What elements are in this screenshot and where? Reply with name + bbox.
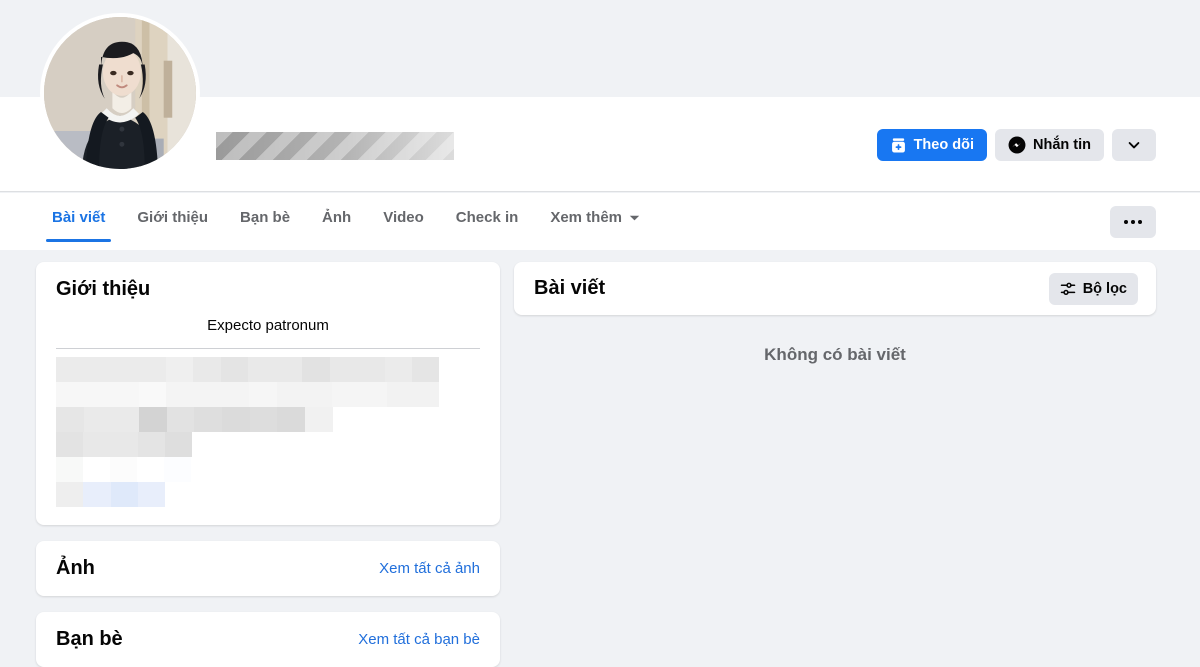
redacted-block <box>166 357 193 382</box>
tab-about-label: Giới thiệu <box>137 209 209 226</box>
tab-see-more[interactable]: Xem thêm <box>534 193 656 242</box>
friends-card-title: Bạn bè <box>56 628 123 650</box>
photos-card: Ảnh Xem tất cả ảnh <box>36 541 500 596</box>
redacted-block <box>83 482 111 507</box>
redacted-block <box>194 407 222 432</box>
ellipsis-icon <box>1131 220 1135 224</box>
redacted-block <box>193 357 221 382</box>
avatar[interactable] <box>40 13 200 173</box>
intro-redacted-content <box>56 357 480 507</box>
redacted-block <box>277 407 305 432</box>
profile-nav-bar: Bài viết Giới thiệu Bạn bè Ảnh Video Che… <box>0 193 1200 250</box>
nav-more-options-button[interactable] <box>1110 206 1156 238</box>
redacted-block <box>387 382 439 407</box>
redacted-block <box>277 382 332 407</box>
redacted-block <box>385 357 412 382</box>
redacted-block <box>56 382 139 407</box>
redacted-row <box>56 432 480 457</box>
left-column: Giới thiệu Expecto patronum Ảnh Xem tất … <box>36 262 500 667</box>
message-button[interactable]: Nhắn tin <box>995 129 1104 161</box>
tab-videos-label: Video <box>383 209 424 226</box>
tab-about[interactable]: Giới thiệu <box>121 193 224 242</box>
tab-posts-label: Bài viết <box>52 209 106 226</box>
redacted-block <box>56 407 84 432</box>
redacted-block <box>302 357 330 382</box>
redacted-row <box>56 457 480 482</box>
redacted-block <box>250 407 277 432</box>
redacted-block <box>137 457 164 482</box>
redacted-block <box>138 482 165 507</box>
redacted-block <box>111 482 138 507</box>
redacted-block <box>56 482 83 507</box>
profile-more-dropdown-button[interactable] <box>1112 129 1156 161</box>
follow-plus-icon <box>891 137 905 152</box>
profile-action-buttons: Theo dõi Nhắn tin <box>876 129 1156 161</box>
sliders-icon <box>1060 282 1075 295</box>
redacted-row <box>56 482 480 507</box>
chevron-down-icon <box>629 209 640 226</box>
redacted-block <box>139 407 167 432</box>
friends-card: Bạn bè Xem tất cả bạn bè <box>36 612 500 667</box>
posts-filter-label: Bộ lọc <box>1082 280 1127 297</box>
redacted-block <box>249 382 277 407</box>
profile-content: Giới thiệu Expecto patronum Ảnh Xem tất … <box>0 250 1200 667</box>
redacted-block <box>412 357 439 382</box>
tab-videos[interactable]: Video <box>367 193 440 242</box>
redacted-row <box>56 357 480 382</box>
tab-photos[interactable]: Ảnh <box>306 193 367 242</box>
tab-photos-label: Ảnh <box>322 209 352 226</box>
profile-tabs: Bài viết Giới thiệu Bạn bè Ảnh Video Che… <box>36 193 656 250</box>
redacted-block <box>167 407 194 432</box>
tab-friends[interactable]: Bạn bè <box>224 193 306 242</box>
see-all-photos-link[interactable]: Xem tất cả ảnh <box>379 560 480 577</box>
redacted-block <box>248 357 302 382</box>
tab-checkin-label: Check in <box>455 209 519 226</box>
ellipsis-icon <box>1124 220 1128 224</box>
redacted-block <box>56 457 83 482</box>
redacted-block <box>164 457 191 482</box>
see-all-friends-link[interactable]: Xem tất cả bạn bè <box>358 631 480 648</box>
redacted-block <box>165 432 192 457</box>
photos-card-title: Ảnh <box>56 557 95 579</box>
redacted-block <box>139 382 166 407</box>
redacted-block <box>330 357 385 382</box>
redacted-block <box>138 432 165 457</box>
redacted-block <box>166 382 249 407</box>
redacted-row <box>56 382 480 407</box>
profile-name-redacted <box>216 132 454 160</box>
redacted-block <box>222 407 250 432</box>
messenger-icon <box>1008 136 1026 154</box>
redacted-block <box>56 432 83 457</box>
right-column: Bài viết Bộ lọc Không có bài viết <box>514 262 1156 365</box>
intro-card: Giới thiệu Expecto patronum <box>36 262 500 525</box>
tab-checkin[interactable]: Check in <box>440 193 535 242</box>
redacted-block <box>83 432 138 457</box>
tab-posts[interactable]: Bài viết <box>36 193 121 242</box>
tab-see-more-label: Xem thêm <box>550 209 623 226</box>
follow-button-label: Theo dõi <box>913 137 974 153</box>
ellipsis-icon <box>1138 220 1142 224</box>
intro-card-title: Giới thiệu <box>56 278 151 300</box>
posts-card-title: Bài viết <box>534 277 606 299</box>
posts-card: Bài viết Bộ lọc <box>514 262 1156 315</box>
message-button-label: Nhắn tin <box>1033 137 1091 153</box>
redacted-block <box>84 407 139 432</box>
posts-filter-button[interactable]: Bộ lọc <box>1048 272 1138 305</box>
chevron-down-icon <box>1128 142 1140 149</box>
redacted-block <box>56 357 166 382</box>
redacted-block <box>221 357 248 382</box>
redacted-row <box>56 407 480 432</box>
follow-button[interactable]: Theo dõi <box>876 129 987 161</box>
redacted-block <box>305 407 333 432</box>
intro-bio-text: Expecto patronum <box>56 317 480 349</box>
posts-empty-message: Không có bài viết <box>764 345 906 364</box>
redacted-block <box>83 457 110 482</box>
redacted-block <box>332 382 387 407</box>
avatar-image <box>44 17 196 169</box>
redacted-block <box>110 457 137 482</box>
tab-friends-label: Bạn bè <box>240 209 291 226</box>
